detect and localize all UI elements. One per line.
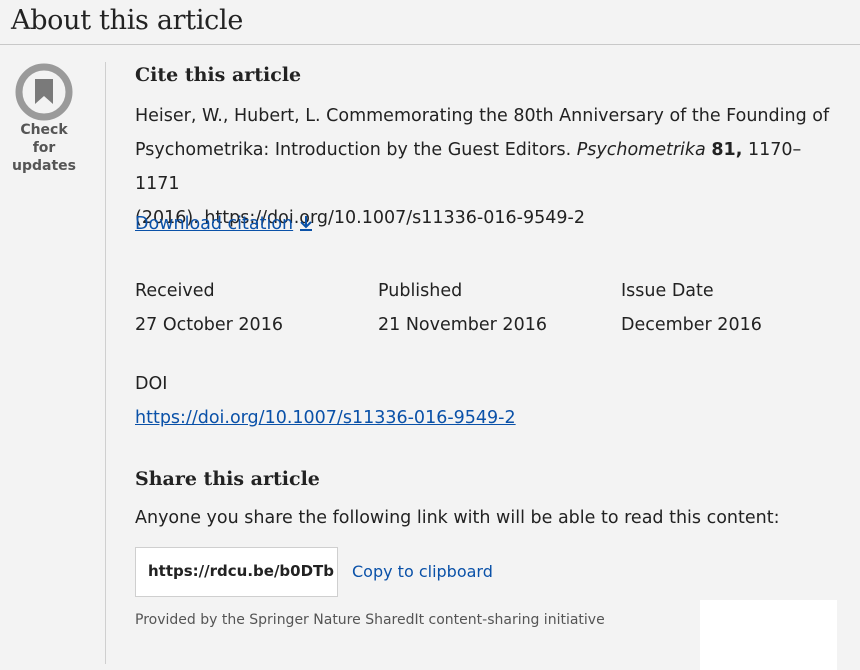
badge-label-line2: updates [12, 158, 76, 174]
download-arrow-icon [300, 216, 313, 231]
received-date: Received 27 October 2016 [135, 278, 283, 338]
blank-area [700, 600, 837, 670]
received-value: 27 October 2016 [135, 315, 283, 335]
crossmark-bookmark-icon [15, 63, 73, 121]
published-date: Published 21 November 2016 [378, 278, 547, 338]
share-description: Anyone you share the following link with… [135, 508, 780, 528]
issue-date-label: Issue Date [621, 281, 714, 301]
published-value: 21 November 2016 [378, 315, 547, 335]
section-header: About this article [0, 0, 860, 45]
published-label: Published [378, 281, 463, 301]
sharedit-note: Provided by the Springer Nature SharedIt… [135, 612, 605, 628]
share-heading: Share this article [135, 468, 320, 490]
issue-date: Issue Date December 2016 [621, 278, 762, 338]
vertical-divider [105, 62, 106, 664]
citation-line2-pre: Psychometrika: Introduction by the Guest… [135, 140, 577, 160]
doi-link[interactable]: https://doi.org/10.1007/s11336-016-9549-… [135, 408, 516, 428]
cite-heading: Cite this article [135, 64, 302, 86]
citation-journal: Psychometrika [576, 140, 706, 160]
download-citation-label: Download citation [135, 214, 294, 234]
download-citation-link[interactable]: Download citation [135, 214, 313, 234]
share-url: https://rdcu.be/b0DTb [148, 562, 335, 580]
check-for-updates-badge[interactable]: Check for updates [8, 63, 80, 175]
share-link-box[interactable]: https://rdcu.be/b0DTb [135, 547, 338, 597]
received-label: Received [135, 281, 215, 301]
issue-date-value: December 2016 [621, 315, 762, 335]
copy-to-clipboard-button[interactable]: Copy to clipboard [352, 562, 493, 581]
badge-label-line1: Check for [20, 122, 68, 156]
section-title: About this article [11, 5, 243, 36]
doi-label: DOI [135, 374, 168, 394]
citation-line1: Heiser, W., Hubert, L. Commemorating the… [135, 106, 830, 126]
citation-volume: 81, [711, 140, 743, 160]
